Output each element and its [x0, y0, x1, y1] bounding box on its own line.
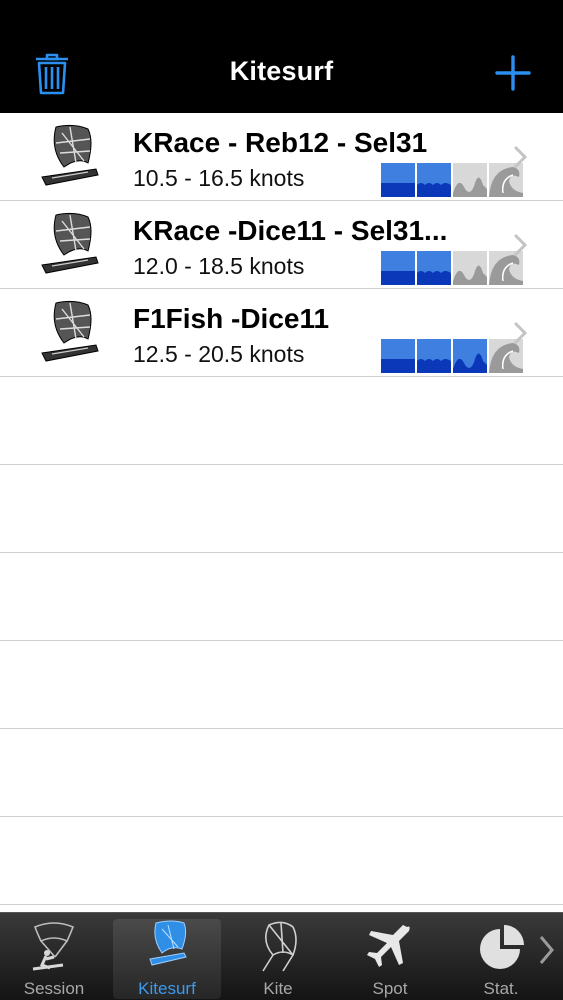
- row-wind-range: 12.0 - 18.5 knots: [133, 253, 305, 279]
- page-title: Kitesurf: [229, 56, 334, 86]
- list-item[interactable]: F1Fish -Dice11 12.5 - 20.5 knots: [0, 289, 563, 377]
- plus-icon[interactable]: [494, 54, 532, 92]
- row-wind-range: 10.5 - 16.5 knots: [133, 165, 305, 191]
- list-item[interactable]: KRace - Reb12 - Sel31 10.5 - 16.5 knots: [0, 113, 563, 201]
- row-title: KRace -Dice11 - Sel31...: [133, 215, 448, 246]
- sea-state-cell: [417, 251, 451, 285]
- tab-label: Session: [23, 979, 85, 998]
- empty-row: [0, 729, 563, 817]
- sea-state-cell: [417, 339, 451, 373]
- sea-state-cell: [417, 163, 451, 197]
- empty-row: [0, 817, 563, 905]
- sea-state-indicator: [381, 163, 523, 197]
- kite-board-icon: [41, 124, 99, 186]
- kite-board-icon: [41, 300, 99, 362]
- row-wind-range: 12.5 - 20.5 knots: [133, 341, 305, 367]
- chevron-right-icon: [513, 233, 528, 257]
- tab-session[interactable]: Session: [0, 913, 108, 1000]
- kite-board-icon: [41, 212, 99, 274]
- kitesurfer-icon: [32, 922, 75, 971]
- sea-state-indicator: [381, 339, 523, 373]
- sea-state-cell: [381, 163, 415, 197]
- empty-row: [0, 641, 563, 729]
- kitesurf-list: KRace - Reb12 - Sel31 10.5 - 16.5 knots …: [0, 113, 563, 905]
- sea-state-cell: [453, 339, 487, 373]
- tab-bar: Session Kitesurf Kite Spot Stat.: [0, 912, 563, 1000]
- sea-state-cell: [381, 251, 415, 285]
- navigation-bar: Kitesurf: [0, 0, 563, 113]
- airplane-icon: [367, 925, 410, 967]
- pie-chart-icon: [480, 925, 524, 969]
- tab-kitesurf[interactable]: Kitesurf: [113, 919, 221, 999]
- row-title: KRace - Reb12 - Sel31: [133, 127, 428, 158]
- chevron-right-icon[interactable]: [538, 934, 556, 966]
- empty-row: [0, 465, 563, 553]
- chevron-right-icon: [513, 321, 528, 345]
- empty-row: [0, 553, 563, 641]
- sea-state-cell: [453, 163, 487, 197]
- tab-label: Stat.: [483, 979, 519, 998]
- row-title: F1Fish -Dice11: [133, 303, 330, 334]
- list-item[interactable]: KRace -Dice11 - Sel31... 12.0 - 18.5 kno…: [0, 201, 563, 289]
- tab-spot[interactable]: Spot: [336, 913, 444, 1000]
- kite-board-icon: [149, 920, 187, 966]
- tab-label: Spot: [372, 979, 408, 998]
- sea-state-cell: [381, 339, 415, 373]
- chevron-right-icon: [513, 145, 528, 169]
- tab-label: Kite: [263, 979, 293, 998]
- kite-icon: [262, 921, 297, 972]
- sea-state-indicator: [381, 251, 523, 285]
- empty-row: [0, 377, 563, 465]
- tab-kite[interactable]: Kite: [224, 913, 332, 1000]
- sea-state-cell: [453, 251, 487, 285]
- tab-label: Kitesurf: [138, 979, 196, 998]
